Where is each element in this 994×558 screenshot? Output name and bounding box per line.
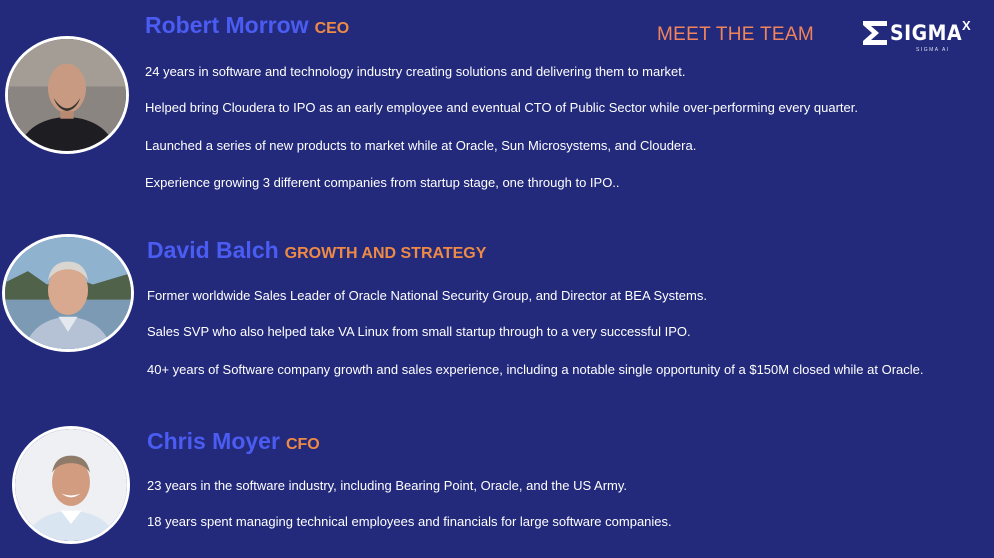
avatar-david-balch (2, 234, 134, 352)
member-role: CFO (285, 436, 320, 453)
bio-line: 40+ years of Software company growth and… (147, 362, 924, 377)
member-name: Chris Moyer (147, 428, 280, 454)
member-role: GROWTH AND STRATEGY (284, 245, 487, 262)
member-heading: Chris Moyer CFO (147, 428, 320, 455)
bio-line: 18 years spent managing technical employ… (147, 514, 672, 529)
member-heading: David Balch GROWTH AND STRATEGY (147, 237, 486, 264)
bio-line: 23 years in the software industry, inclu… (147, 478, 628, 493)
bio-line: Sales SVP who also helped take VA Linux … (147, 324, 691, 339)
member-name: Robert Morrow (145, 12, 309, 38)
logo-word: SIGMA (890, 21, 963, 45)
member-role: CEO (314, 20, 350, 37)
bio-line: Former worldwide Sales Leader of Oracle … (147, 288, 707, 303)
avatar-chris-moyer (12, 426, 130, 544)
logo-tagline: SIGMA AI (916, 47, 950, 53)
logo-superscript: X (962, 18, 971, 33)
member-name: David Balch (147, 237, 279, 263)
sigmax-logo: SIGMA X SIGMA AI (860, 16, 980, 56)
member-heading: Robert Morrow CEO (145, 12, 349, 39)
team-slide: MEET THE TEAM SIGMA X SIGMA AI Robert Mo… (0, 0, 994, 558)
avatar-robert-morrow (5, 36, 129, 154)
bio-line: Helped bring Cloudera to IPO as an early… (145, 100, 858, 115)
bio-line: Launched a series of new products to mar… (145, 138, 697, 153)
bio-line: Experience growing 3 different companies… (145, 175, 620, 190)
page-title: MEET THE TEAM (657, 24, 814, 45)
bio-line: 24 years in software and technology indu… (145, 64, 686, 79)
sigma-icon (863, 21, 887, 45)
